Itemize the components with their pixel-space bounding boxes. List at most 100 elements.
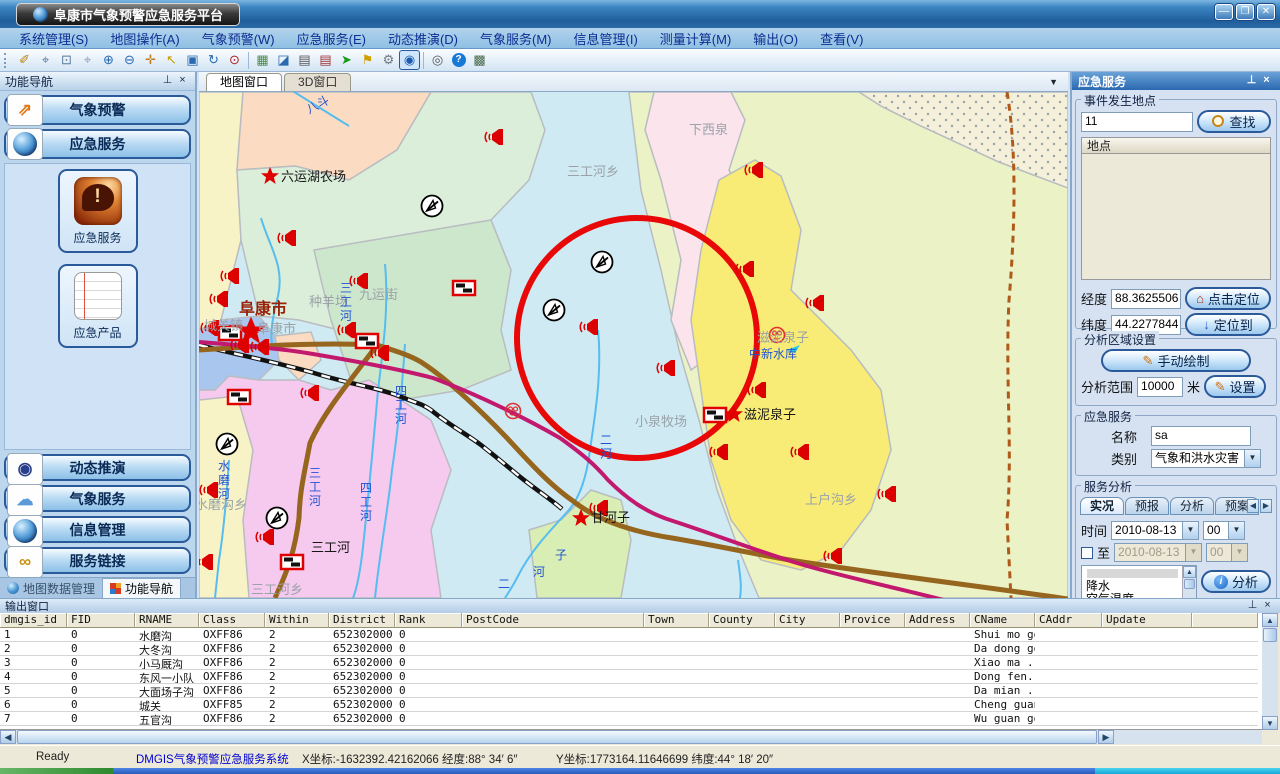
analyze-button[interactable]: i 分析 xyxy=(1201,570,1271,593)
close-icon[interactable]: × xyxy=(1260,599,1275,613)
tool-polygon-select-tool[interactable]: ⌖ xyxy=(77,50,98,70)
tool-pointer-tool[interactable]: ↖ xyxy=(161,50,182,70)
menu-item[interactable]: 地图操作(A) xyxy=(99,27,190,50)
station-marker[interactable] xyxy=(217,434,238,455)
tool-full-extent-tool[interactable]: ▣ xyxy=(182,50,203,70)
table-row[interactable]: 10水磨沟OXFF8626523020000Shui mo gou xyxy=(0,628,1262,642)
location-search-input[interactable]: 11 xyxy=(1081,112,1193,132)
tool-identify-tool[interactable]: ⊙ xyxy=(224,50,245,70)
close-icon[interactable]: × xyxy=(1259,74,1274,88)
menu-item[interactable]: 系统管理(S) xyxy=(8,27,99,50)
chevron-down-icon[interactable]: ▼ xyxy=(1244,450,1260,467)
tool-measure-tool[interactable]: ✐ xyxy=(14,50,35,70)
tool-image-tool[interactable]: ▩ xyxy=(469,50,490,70)
sidebar-item-服务链接[interactable]: ∞服务链接 xyxy=(4,547,191,574)
tool-feature-select-tool[interactable]: ➤ xyxy=(336,50,357,70)
column-header[interactable]: Address xyxy=(905,613,970,628)
column-header[interactable]: dmgis_id xyxy=(0,613,67,628)
column-header[interactable]: Update xyxy=(1102,613,1192,628)
table-row[interactable]: 30小马厩沟OXFF8626523020000Xiao ma ... xyxy=(0,656,1262,670)
table-vertical-scrollbar[interactable]: ▲ ▼ xyxy=(1262,613,1278,730)
column-header[interactable]: FID xyxy=(67,613,135,628)
menu-item[interactable]: 气象预警(W) xyxy=(191,27,286,50)
manual-draw-button[interactable]: ✎ 手动绘制 xyxy=(1101,349,1251,372)
set-range-button[interactable]: ✎ 设置 xyxy=(1204,375,1266,398)
flag-marker[interactable] xyxy=(228,390,250,404)
map-canvas[interactable]: 六运湖农场三工河乡下西泉九运街阜康市城关镇阜康市种羊场水磨沟乡三工河三工河乡小泉… xyxy=(199,92,1068,598)
big-button-应急服务[interactable]: !应急服务 xyxy=(58,169,138,253)
close-icon[interactable]: × xyxy=(175,74,190,88)
station-marker[interactable] xyxy=(422,196,443,217)
sidebar-item-信息管理[interactable]: 信息管理 xyxy=(4,516,191,543)
column-header[interactable]: Rank xyxy=(395,613,462,628)
tool-layers-tool[interactable]: ▦ xyxy=(252,50,273,70)
name-input[interactable]: sa xyxy=(1151,426,1251,446)
pin-icon[interactable]: ⊥ xyxy=(1244,74,1259,88)
column-header[interactable]: Class xyxy=(199,613,265,628)
scroll-up-icon[interactable]: ▲ xyxy=(1183,566,1196,578)
column-header[interactable]: PostCode xyxy=(462,613,644,628)
flag-marker[interactable] xyxy=(281,555,303,569)
tab-地图数据管理[interactable]: 地图数据管理 xyxy=(0,578,102,598)
tab-scroll-left-icon[interactable]: ◀ xyxy=(1247,499,1259,513)
tool-settings-tool[interactable]: ⚙ xyxy=(378,50,399,70)
menu-item[interactable]: 应急服务(E) xyxy=(286,27,377,50)
tool-globe-tool[interactable]: ◉ xyxy=(399,50,420,70)
pin-icon[interactable]: ⊥ xyxy=(160,74,175,88)
tab-预报[interactable]: 预报 xyxy=(1125,497,1169,515)
tool-eye-tool[interactable]: ◎ xyxy=(427,50,448,70)
search-button[interactable]: 查找 xyxy=(1197,110,1271,133)
column-header[interactable]: City xyxy=(775,613,840,628)
big-button-应急产品[interactable]: 应急产品 xyxy=(58,264,138,348)
scroll-down-icon[interactable]: ▼ xyxy=(1262,716,1278,730)
column-header[interactable]: Within xyxy=(265,613,329,628)
toolbar-grip[interactable] xyxy=(4,53,10,68)
tool-placemark-tool[interactable]: ⚑ xyxy=(357,50,378,70)
flag-marker[interactable] xyxy=(704,408,726,422)
table-row[interactable]: 50大面场子沟OXFF8626523020000Da mian ... xyxy=(0,684,1262,698)
lng-input[interactable]: 88.3625506 xyxy=(1111,289,1181,309)
hour-to-select[interactable]: 00▼ xyxy=(1206,543,1248,562)
table-horizontal-scrollbar[interactable]: ◀ ▶ xyxy=(0,730,1262,744)
tab-地图窗口[interactable]: 地图窗口 xyxy=(206,73,282,91)
sidebar-item-动态推演[interactable]: ◉动态推演 xyxy=(4,454,191,481)
menu-item[interactable]: 测量计算(M) xyxy=(649,27,743,50)
station-marker[interactable] xyxy=(544,300,565,321)
tab-3D窗口[interactable]: 3D窗口 xyxy=(284,73,351,91)
date-select[interactable]: 2010-08-13▼ xyxy=(1111,521,1199,540)
column-header[interactable] xyxy=(1192,613,1258,628)
menu-item[interactable]: 信息管理(I) xyxy=(563,27,649,50)
tool-print-tool[interactable]: ▤ xyxy=(294,50,315,70)
chevron-down-icon[interactable]: ▼ xyxy=(1049,77,1058,87)
list-scrollbar[interactable]: ▲ xyxy=(1182,566,1196,602)
click-locate-button[interactable]: ⌂ 点击定位 xyxy=(1185,287,1271,310)
hour-select[interactable]: 00▼ xyxy=(1203,521,1245,540)
tool-select-tool[interactable]: ⌖ xyxy=(35,50,56,70)
column-header[interactable]: RNAME xyxy=(135,613,199,628)
restore-button[interactable]: ❐ xyxy=(1236,4,1254,20)
menu-item[interactable]: 查看(V) xyxy=(809,27,874,50)
sidebar-item-气象预警[interactable]: ⇗气象预警 xyxy=(4,95,191,125)
range-input[interactable]: 10000 xyxy=(1137,377,1183,397)
minimize-button[interactable]: — xyxy=(1215,4,1233,20)
location-list[interactable] xyxy=(1081,154,1271,280)
tab-实况[interactable]: 实况 xyxy=(1080,497,1124,515)
tool-print-preview-tool[interactable]: ▤ xyxy=(315,50,336,70)
station-marker[interactable] xyxy=(267,508,288,529)
menu-item[interactable]: 气象服务(M) xyxy=(469,27,563,50)
column-header[interactable]: County xyxy=(709,613,775,628)
table-row[interactable]: 70五官沟OXFF8626523020000Wu guan gou xyxy=(0,712,1262,726)
scroll-left-icon[interactable]: ◀ xyxy=(0,730,16,744)
locate-to-button[interactable]: ↓ 定位到 xyxy=(1185,313,1271,336)
column-header[interactable]: CName xyxy=(970,613,1035,628)
scroll-right-icon[interactable]: ▶ xyxy=(1098,730,1114,744)
location-list-header[interactable]: 地点 xyxy=(1081,137,1271,154)
column-header[interactable]: CAddr xyxy=(1035,613,1102,628)
tool-pan-tool[interactable]: ✛ xyxy=(140,50,161,70)
flag-marker[interactable] xyxy=(453,281,475,295)
table-row[interactable]: 60城关OXFF8526523020000Cheng guan xyxy=(0,698,1262,712)
tab-分析[interactable]: 分析 xyxy=(1170,497,1214,515)
table-row[interactable]: 40东风一小队OXFF8626523020000Dong fen... xyxy=(0,670,1262,684)
menu-item[interactable]: 输出(O) xyxy=(742,27,809,50)
sidebar-item-气象服务[interactable]: ☁气象服务 xyxy=(4,485,191,512)
